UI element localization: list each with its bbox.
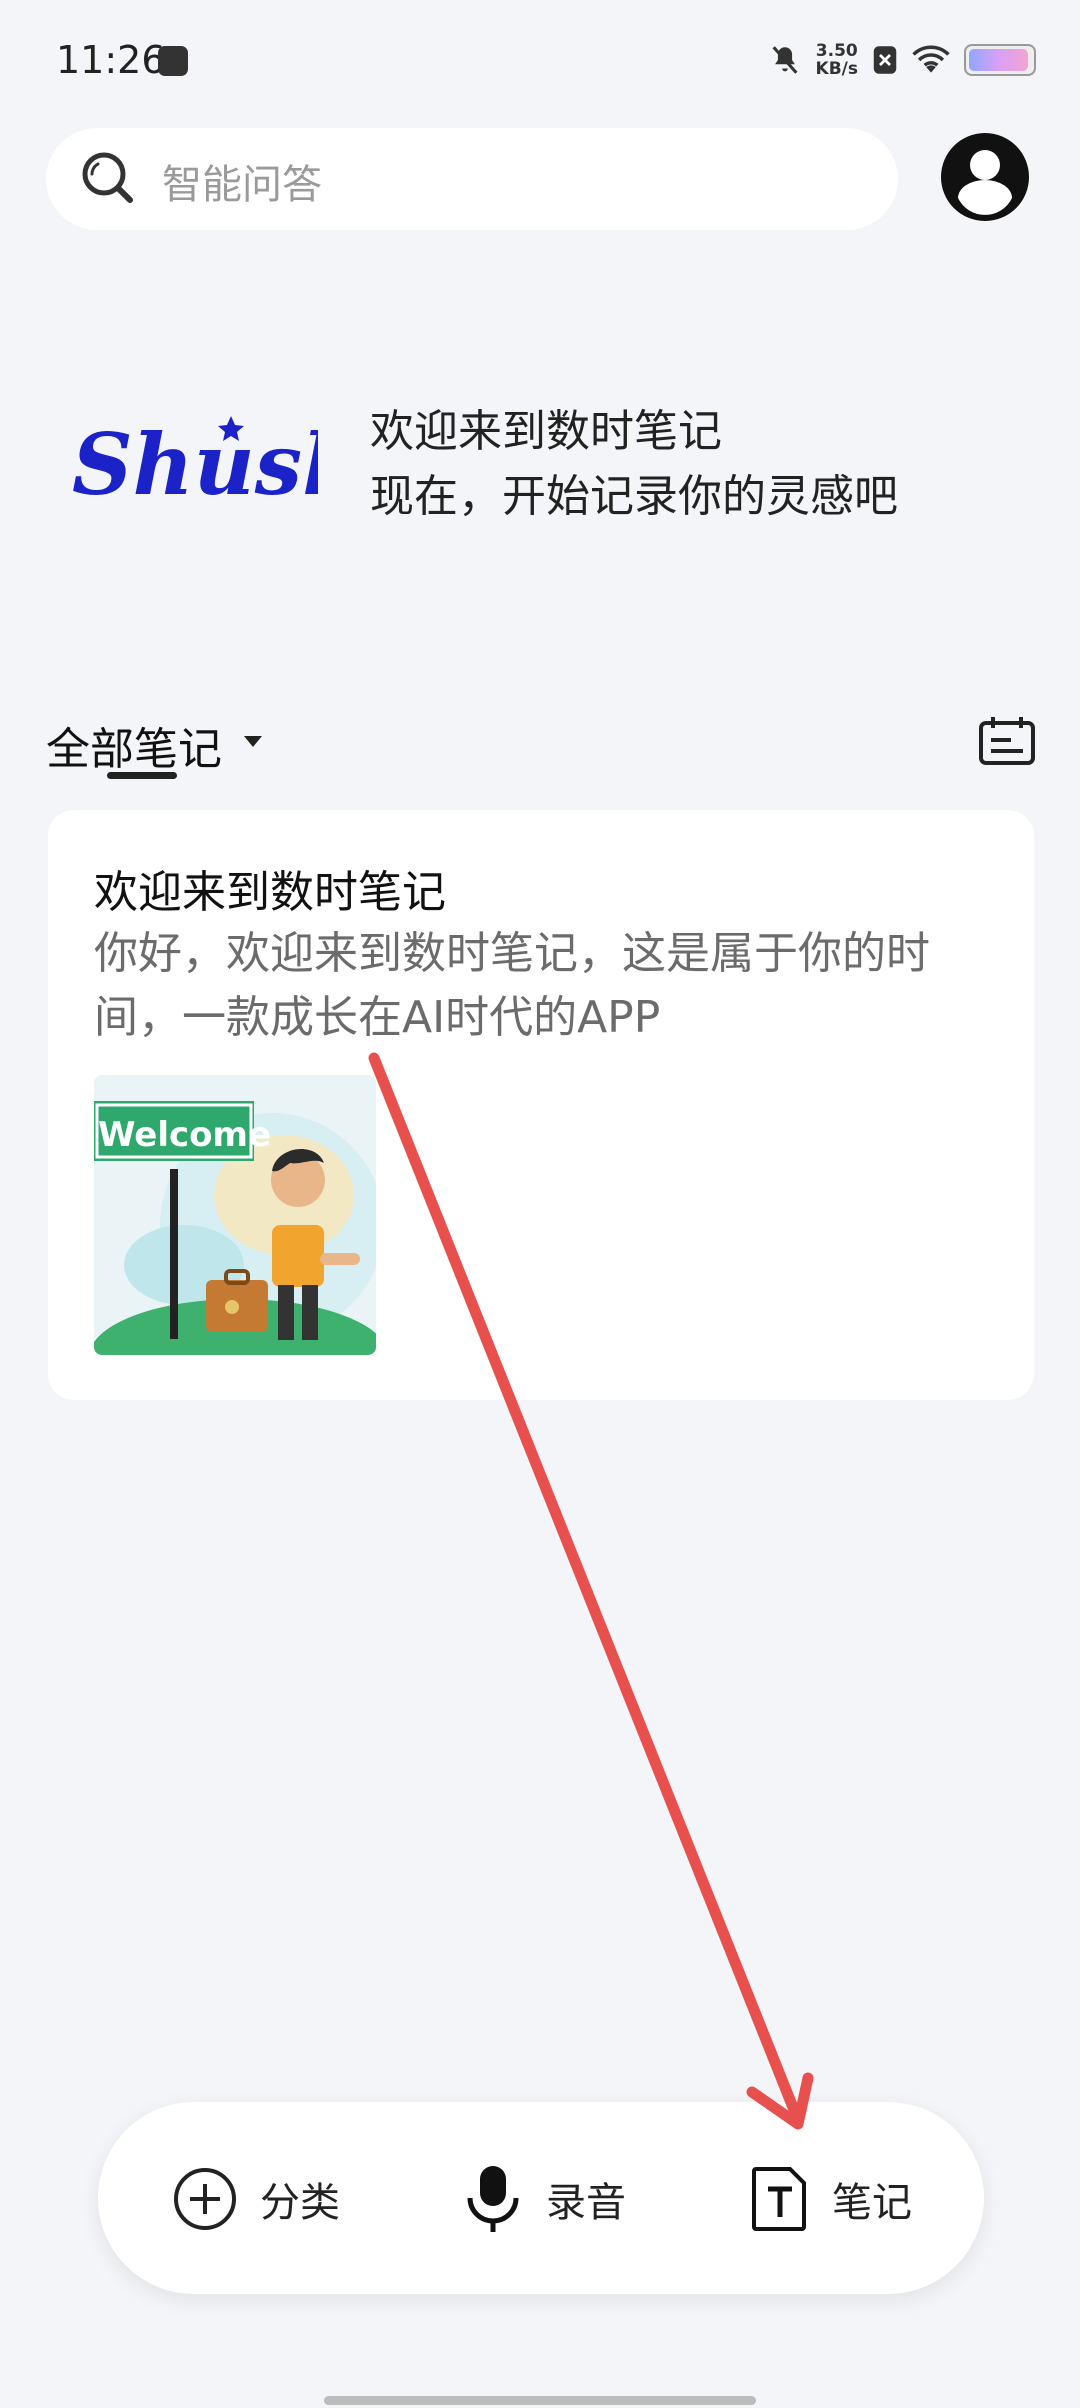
- svg-text:Shushi: Shushi: [72, 415, 318, 514]
- status-time: 11:26: [56, 38, 166, 82]
- caret-down-icon[interactable]: [244, 736, 262, 747]
- no-sim-icon: [873, 46, 897, 74]
- record-button[interactable]: 录音: [462, 2164, 626, 2234]
- home-indicator[interactable]: [324, 2396, 756, 2405]
- avatar-icon[interactable]: [940, 132, 1030, 222]
- note-button[interactable]: 笔记: [750, 2164, 912, 2234]
- search-icon: [82, 152, 133, 203]
- search-placeholder[interactable]: 智能问答: [162, 152, 322, 210]
- welcome-subtitle: 现在，开始记录你的灵感吧: [370, 471, 898, 522]
- net-speed: 3.50 KB/s: [815, 41, 858, 79]
- note-label: 笔记: [832, 2180, 912, 2226]
- battery-icon: [964, 44, 1036, 76]
- add-circle-icon: [174, 2168, 236, 2230]
- microphone-icon: [467, 2166, 519, 2232]
- svg-text:Welcome: Welcome: [98, 1115, 271, 1155]
- category-button[interactable]: 分类: [172, 2164, 340, 2234]
- note-title: 欢迎来到数时笔记: [94, 867, 446, 918]
- welcome-image[interactable]: Welcome: [94, 1075, 376, 1355]
- welcome-title: 欢迎来到数时笔记: [370, 406, 722, 457]
- status-icons: 3.50 KB/s: [768, 42, 1036, 78]
- note-body: 你好，欢迎来到数时笔记，这是属于你的时间，一款成长在AI时代的APP: [94, 928, 930, 1043]
- notes-filter-dropdown[interactable]: 全部笔记: [46, 713, 222, 777]
- calendar-icon[interactable]: [978, 716, 1036, 766]
- text-note-icon: [752, 2167, 806, 2231]
- filter-underline: [107, 772, 177, 779]
- notification-app-icon: [158, 46, 188, 76]
- mute-icon: [772, 46, 798, 74]
- wifi-icon: [912, 45, 950, 73]
- record-label: 录音: [546, 2180, 626, 2226]
- category-label: 分类: [260, 2180, 340, 2226]
- shushi-logo: Shushi: [72, 415, 318, 514]
